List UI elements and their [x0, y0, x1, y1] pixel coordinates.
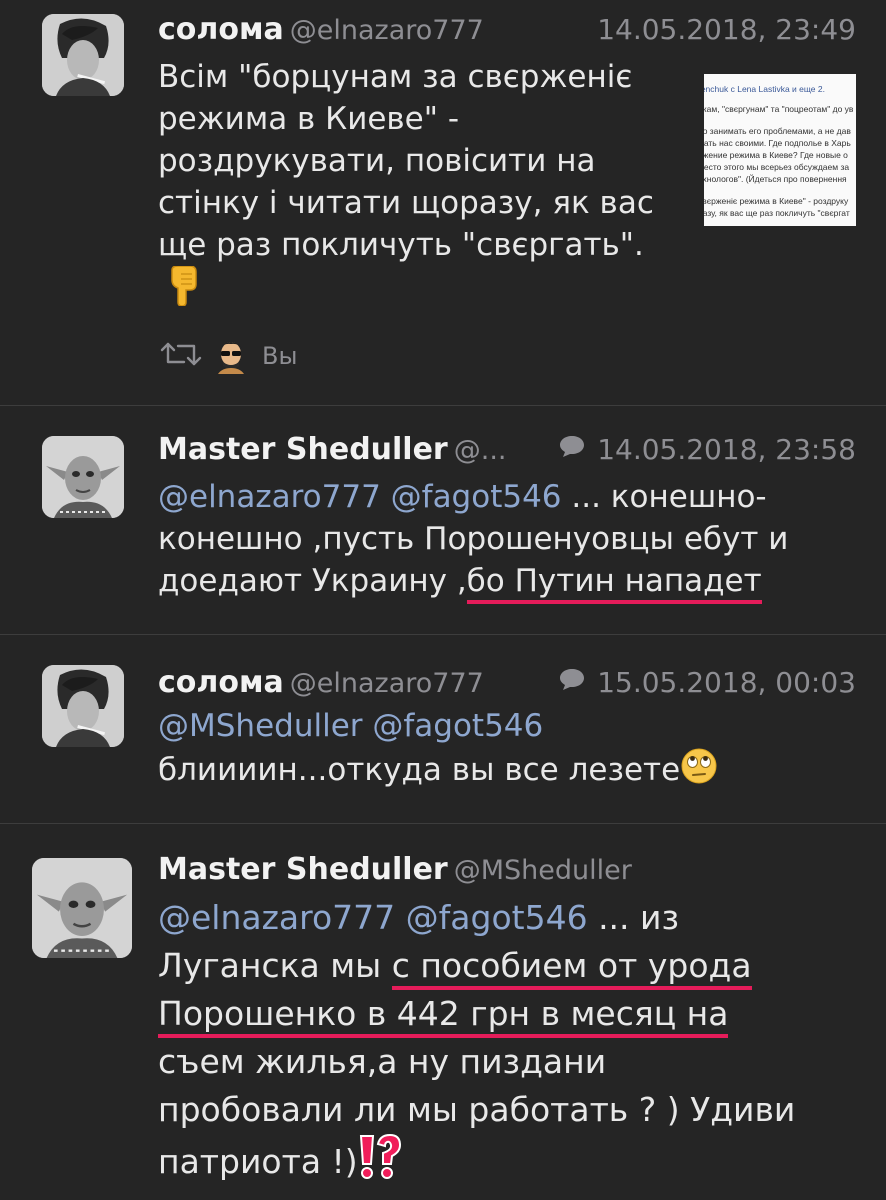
tweet-line-text: ... из: [587, 898, 680, 937]
timestamp: 14.05.2018, 23:58: [559, 432, 856, 468]
tweet-line: доедают Украину ,бо Путин нападет: [158, 560, 788, 604]
mention-links[interactable]: @MShedullеr @fagot546: [158, 708, 543, 744]
user-handle[interactable]: @MShedullеr: [454, 855, 632, 886]
display-name[interactable]: Master Shedullеr: [158, 432, 448, 467]
tweet-header: Master Shedullеr @MShedullеr: [158, 852, 632, 889]
attachment-text: место этого мы всерьез обсуждаем за: [704, 162, 850, 172]
tweet-text: @MShedullеr @fagot546 блиииин...откуда в…: [158, 705, 718, 796]
tweet-4[interactable]: Master Shedullеr @MShedullеr @elnazaro777…: [0, 824, 886, 1200]
attachment-text: ржение режима в Киеве? Где новые о: [704, 150, 848, 160]
tweet-line-text: доедают Украину ,: [158, 563, 467, 599]
tweet-text: Всім "борцунам за свєрженіє режима в Кие…: [158, 56, 654, 312]
attachment-text: renchuk с Lena Lastivka и еще 2.: [704, 84, 825, 94]
attached-image[interactable]: renchuk с Lena Lastivka и еще 2. икам, "…: [704, 74, 856, 226]
avatar[interactable]: [42, 14, 124, 96]
reply-bubble-icon: [559, 430, 585, 466]
tweet-line: @elnazaro777 @fagot546 ... конешно-: [158, 476, 788, 518]
timestamp: 14.05.2018, 23:49: [597, 13, 856, 46]
tweet-header: солома @elnazaro777: [158, 12, 484, 49]
tweet-line: пробовали ли мы работать ? ) Удиви: [158, 1090, 796, 1129]
user-handle[interactable]: @elnazaro777: [290, 668, 484, 699]
highlighted-text: с пособием от урода: [391, 946, 752, 990]
attachment-text: ехнологов". (Йдеться про повернення: [704, 174, 847, 184]
attachment-text: мать нас своими. Где подполье в Харь: [704, 138, 851, 148]
user-handle[interactable]: @...: [454, 435, 507, 466]
tweet-line: патриота !): [158, 1133, 795, 1193]
attachment-text: икам, "свєргунам" та "поцреотам" до ув: [704, 104, 854, 114]
tweet-header: солома @elnazaro777: [158, 665, 484, 702]
display-name[interactable]: Master Shedullеr: [158, 852, 448, 887]
reply-bubble-icon: [559, 663, 585, 699]
tweet-line: режима в Киеве" -: [158, 101, 460, 137]
tweet-2[interactable]: Master Shedullеr @... 14.05.2018, 23:58 @…: [0, 406, 886, 634]
tweet-actions: Вы: [158, 338, 297, 374]
tweet-text: @elnazaro777 @fagot546 ... конешно- коне…: [158, 476, 789, 604]
tweet-line-text: блиииин...откуда вы все лезете: [158, 752, 681, 788]
tweet-line: конешно ,пусть Порошенуовцы ебут и: [158, 521, 789, 557]
avatar[interactable]: [42, 436, 124, 518]
attachment-text: разу, як вас ще раз покличуть "свєргат: [704, 208, 850, 218]
tweet-line: ще раз покличуть "свєргать".: [158, 227, 644, 263]
tweet-line: роздрукувати, повісити на: [158, 143, 596, 179]
retweet-icon[interactable]: [158, 340, 204, 372]
tweet-1[interactable]: солома @elnazaro777 14.05.2018, 23:49 Всі…: [0, 0, 886, 405]
timestamp-text: 15.05.2018, 00:03: [597, 666, 856, 699]
tweet-line: @elnazaro777 @fagot546 ... из: [158, 894, 795, 942]
highlighted-text: Порошенко в 442 грн в месяц на: [158, 994, 729, 1038]
tweet-line-text: Луганска мы: [158, 946, 392, 985]
tweet-text: @elnazaro777 @fagot546 ... из Луганска м…: [158, 894, 795, 1193]
attachment-text: но занимать его проблемами, а не дав: [704, 126, 851, 136]
timestamp: 15.05.2018, 00:03: [559, 665, 856, 701]
tweet-header: Master Shedullеr @...: [158, 432, 506, 469]
mention-links[interactable]: @elnazaro777 @fagot546: [158, 898, 588, 937]
tweet-line: стінку і читати щоразу, як вас: [158, 185, 654, 221]
liker-avatar[interactable]: [214, 338, 248, 374]
tweet-line: блиииин...откуда вы все лезете: [158, 747, 718, 796]
tweet-line: @MShedullеr @fagot546: [158, 705, 718, 747]
timestamp-text: 14.05.2018, 23:58: [597, 433, 856, 466]
display-name[interactable]: солома: [158, 665, 284, 700]
tweet-line-text: патриота !): [158, 1142, 358, 1181]
interrobang-emoji-icon: [358, 1133, 402, 1193]
display-name[interactable]: солома: [158, 12, 284, 47]
tweet-line: Порошенко в 442 грн в месяц на: [158, 990, 795, 1038]
tweet-3[interactable]: солома @elnazaro777 15.05.2018, 00:03 @MS…: [0, 635, 886, 823]
highlighted-text: бо Путин нападет: [466, 563, 762, 604]
tweet-line: Всім "борцунам за свєрженіє: [158, 59, 633, 95]
eye-roll-emoji-icon: [680, 747, 718, 796]
tweet-line: съем жилья,а ну пиздани: [158, 1042, 607, 1081]
avatar[interactable]: [42, 665, 124, 747]
mention-links[interactable]: @elnazaro777 @fagot546: [158, 479, 562, 515]
avatar[interactable]: [32, 858, 132, 958]
tweet-line-text: ... конешно-: [561, 479, 767, 515]
user-handle[interactable]: @elnazaro777: [290, 15, 484, 46]
liked-by-label[interactable]: Вы: [262, 342, 297, 370]
tweet-line: Луганска мы с пособием от урода: [158, 942, 795, 990]
pointing-down-emoji-icon: [158, 265, 654, 312]
attachment-text: свєрженіє режима в Киеве" - роздруку: [704, 196, 849, 206]
